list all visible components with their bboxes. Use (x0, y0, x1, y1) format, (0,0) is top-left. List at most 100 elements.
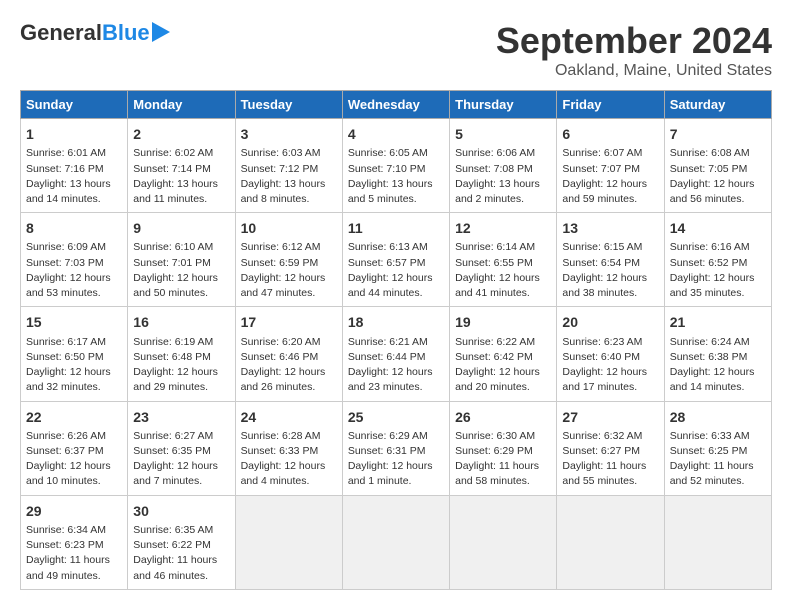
day-info: Sunrise: 6:32 AMSunset: 6:27 PMDaylight:… (562, 429, 658, 490)
day-number: 27 (562, 407, 658, 427)
table-row: 1Sunrise: 6:01 AMSunset: 7:16 PMDaylight… (21, 119, 128, 213)
table-row: 2Sunrise: 6:02 AMSunset: 7:14 PMDaylight… (128, 119, 235, 213)
day-number: 14 (670, 218, 766, 238)
header-tuesday: Tuesday (235, 91, 342, 119)
table-row: 9Sunrise: 6:10 AMSunset: 7:01 PMDaylight… (128, 213, 235, 307)
day-info: Sunrise: 6:03 AMSunset: 7:12 PMDaylight:… (241, 146, 337, 207)
day-info: Sunrise: 6:14 AMSunset: 6:55 PMDaylight:… (455, 240, 551, 301)
logo-blue: Blue (102, 20, 150, 46)
logo: General Blue (20, 20, 170, 46)
table-row: 24Sunrise: 6:28 AMSunset: 6:33 PMDayligh… (235, 401, 342, 495)
day-number: 2 (133, 124, 229, 144)
day-number: 6 (562, 124, 658, 144)
day-info: Sunrise: 6:06 AMSunset: 7:08 PMDaylight:… (455, 146, 551, 207)
day-number: 21 (670, 312, 766, 332)
day-number: 17 (241, 312, 337, 332)
calendar-body: 1Sunrise: 6:01 AMSunset: 7:16 PMDaylight… (21, 119, 772, 590)
day-number: 24 (241, 407, 337, 427)
table-row: 20 Sunrise: 6:23 AMSunset: 6:40 PMDayligh… (557, 307, 664, 401)
day-number: 4 (348, 124, 444, 144)
calendar-week-row: 29Sunrise: 6:34 AMSunset: 6:23 PMDayligh… (21, 495, 772, 589)
day-info: Sunrise: 6:09 AMSunset: 7:03 PMDaylight:… (26, 240, 122, 301)
day-info: Sunrise: 6:16 AMSunset: 6:52 PMDaylight:… (670, 240, 766, 301)
day-info: Sunrise: 6:30 AMSunset: 6:29 PMDaylight:… (455, 429, 551, 490)
day-number: 15 (26, 312, 122, 332)
table-row: 27Sunrise: 6:32 AMSunset: 6:27 PMDayligh… (557, 401, 664, 495)
weekday-header-row: Sunday Monday Tuesday Wednesday Thursday… (21, 91, 772, 119)
table-row: 10Sunrise: 6:12 AMSunset: 6:59 PMDayligh… (235, 213, 342, 307)
day-info: Sunrise: 6:24 AMSunset: 6:38 PMDaylight:… (670, 335, 766, 396)
day-info: Sunrise: 6:26 AMSunset: 6:37 PMDaylight:… (26, 429, 122, 490)
table-row: 14Sunrise: 6:16 AMSunset: 6:52 PMDayligh… (664, 213, 771, 307)
table-row: 26Sunrise: 6:30 AMSunset: 6:29 PMDayligh… (450, 401, 557, 495)
table-row: 16Sunrise: 6:19 AMSunset: 6:48 PMDayligh… (128, 307, 235, 401)
day-info: Sunrise: 6:10 AMSunset: 7:01 PMDaylight:… (133, 240, 229, 301)
day-number: 19 (455, 312, 551, 332)
day-number: 28 (670, 407, 766, 427)
table-row: 25Sunrise: 6:29 AMSunset: 6:31 PMDayligh… (342, 401, 449, 495)
day-number: 12 (455, 218, 551, 238)
day-info: Sunrise: 6:17 AMSunset: 6:50 PMDaylight:… (26, 335, 122, 396)
day-info: Sunrise: 6:22 AMSunset: 6:42 PMDaylight:… (455, 335, 551, 396)
location-title: Oakland, Maine, United States (496, 62, 772, 80)
day-number: 25 (348, 407, 444, 427)
header: General Blue September 2024 Oakland, Mai… (20, 20, 772, 80)
day-info: Sunrise: 6:23 AMSunset: 6:40 PMDaylight:… (562, 335, 658, 396)
day-info: Sunrise: 6:15 AMSunset: 6:54 PMDaylight:… (562, 240, 658, 301)
header-saturday: Saturday (664, 91, 771, 119)
day-number: 16 (133, 312, 229, 332)
header-wednesday: Wednesday (342, 91, 449, 119)
day-info: Sunrise: 6:28 AMSunset: 6:33 PMDaylight:… (241, 429, 337, 490)
day-info: Sunrise: 6:29 AMSunset: 6:31 PMDaylight:… (348, 429, 444, 490)
day-number: 26 (455, 407, 551, 427)
day-number: 20 (562, 312, 658, 332)
logo-general: General (20, 20, 102, 46)
table-row (450, 495, 557, 589)
day-info: Sunrise: 6:34 AMSunset: 6:23 PMDaylight:… (26, 523, 122, 584)
calendar-table: Sunday Monday Tuesday Wednesday Thursday… (20, 90, 772, 590)
header-sunday: Sunday (21, 91, 128, 119)
day-info: Sunrise: 6:05 AMSunset: 7:10 PMDaylight:… (348, 146, 444, 207)
day-number: 5 (455, 124, 551, 144)
day-number: 7 (670, 124, 766, 144)
table-row: 4Sunrise: 6:05 AMSunset: 7:10 PMDaylight… (342, 119, 449, 213)
table-row: 28Sunrise: 6:33 AMSunset: 6:25 PMDayligh… (664, 401, 771, 495)
calendar-week-row: 15 Sunrise: 6:17 AMSunset: 6:50 PMDayligh… (21, 307, 772, 401)
calendar-header: Sunday Monday Tuesday Wednesday Thursday… (21, 91, 772, 119)
day-number: 9 (133, 218, 229, 238)
table-row: 30Sunrise: 6:35 AMSunset: 6:22 PMDayligh… (128, 495, 235, 589)
table-row: 29Sunrise: 6:34 AMSunset: 6:23 PMDayligh… (21, 495, 128, 589)
table-row: 7Sunrise: 6:08 AMSunset: 7:05 PMDaylight… (664, 119, 771, 213)
calendar-week-row: 8Sunrise: 6:09 AMSunset: 7:03 PMDaylight… (21, 213, 772, 307)
table-row: 8Sunrise: 6:09 AMSunset: 7:03 PMDaylight… (21, 213, 128, 307)
table-row (235, 495, 342, 589)
day-info: Sunrise: 6:08 AMSunset: 7:05 PMDaylight:… (670, 146, 766, 207)
day-number: 11 (348, 218, 444, 238)
day-number: 8 (26, 218, 122, 238)
day-info: Sunrise: 6:35 AMSunset: 6:22 PMDaylight:… (133, 523, 229, 584)
day-info: Sunrise: 6:01 AMSunset: 7:16 PMDaylight:… (26, 146, 122, 207)
table-row: 22Sunrise: 6:26 AMSunset: 6:37 PMDayligh… (21, 401, 128, 495)
day-number: 10 (241, 218, 337, 238)
table-row: 23Sunrise: 6:27 AMSunset: 6:35 PMDayligh… (128, 401, 235, 495)
table-row: 19 Sunrise: 6:22 AMSunset: 6:42 PMDayligh… (450, 307, 557, 401)
header-monday: Monday (128, 91, 235, 119)
table-row: 5Sunrise: 6:06 AMSunset: 7:08 PMDaylight… (450, 119, 557, 213)
table-row: 6Sunrise: 6:07 AMSunset: 7:07 PMDaylight… (557, 119, 664, 213)
day-number: 13 (562, 218, 658, 238)
day-info: Sunrise: 6:27 AMSunset: 6:35 PMDaylight:… (133, 429, 229, 490)
table-row (664, 495, 771, 589)
table-row: 3Sunrise: 6:03 AMSunset: 7:12 PMDaylight… (235, 119, 342, 213)
day-number: 30 (133, 501, 229, 521)
table-row: 12Sunrise: 6:14 AMSunset: 6:55 PMDayligh… (450, 213, 557, 307)
day-info: Sunrise: 6:13 AMSunset: 6:57 PMDaylight:… (348, 240, 444, 301)
table-row (557, 495, 664, 589)
table-row: 18Sunrise: 6:21 AMSunset: 6:44 PMDayligh… (342, 307, 449, 401)
day-number: 1 (26, 124, 122, 144)
day-number: 29 (26, 501, 122, 521)
day-number: 3 (241, 124, 337, 144)
logo-arrow-icon (152, 22, 170, 42)
table-row: 17Sunrise: 6:20 AMSunset: 6:46 PMDayligh… (235, 307, 342, 401)
month-title: September 2024 (496, 20, 772, 62)
header-thursday: Thursday (450, 91, 557, 119)
